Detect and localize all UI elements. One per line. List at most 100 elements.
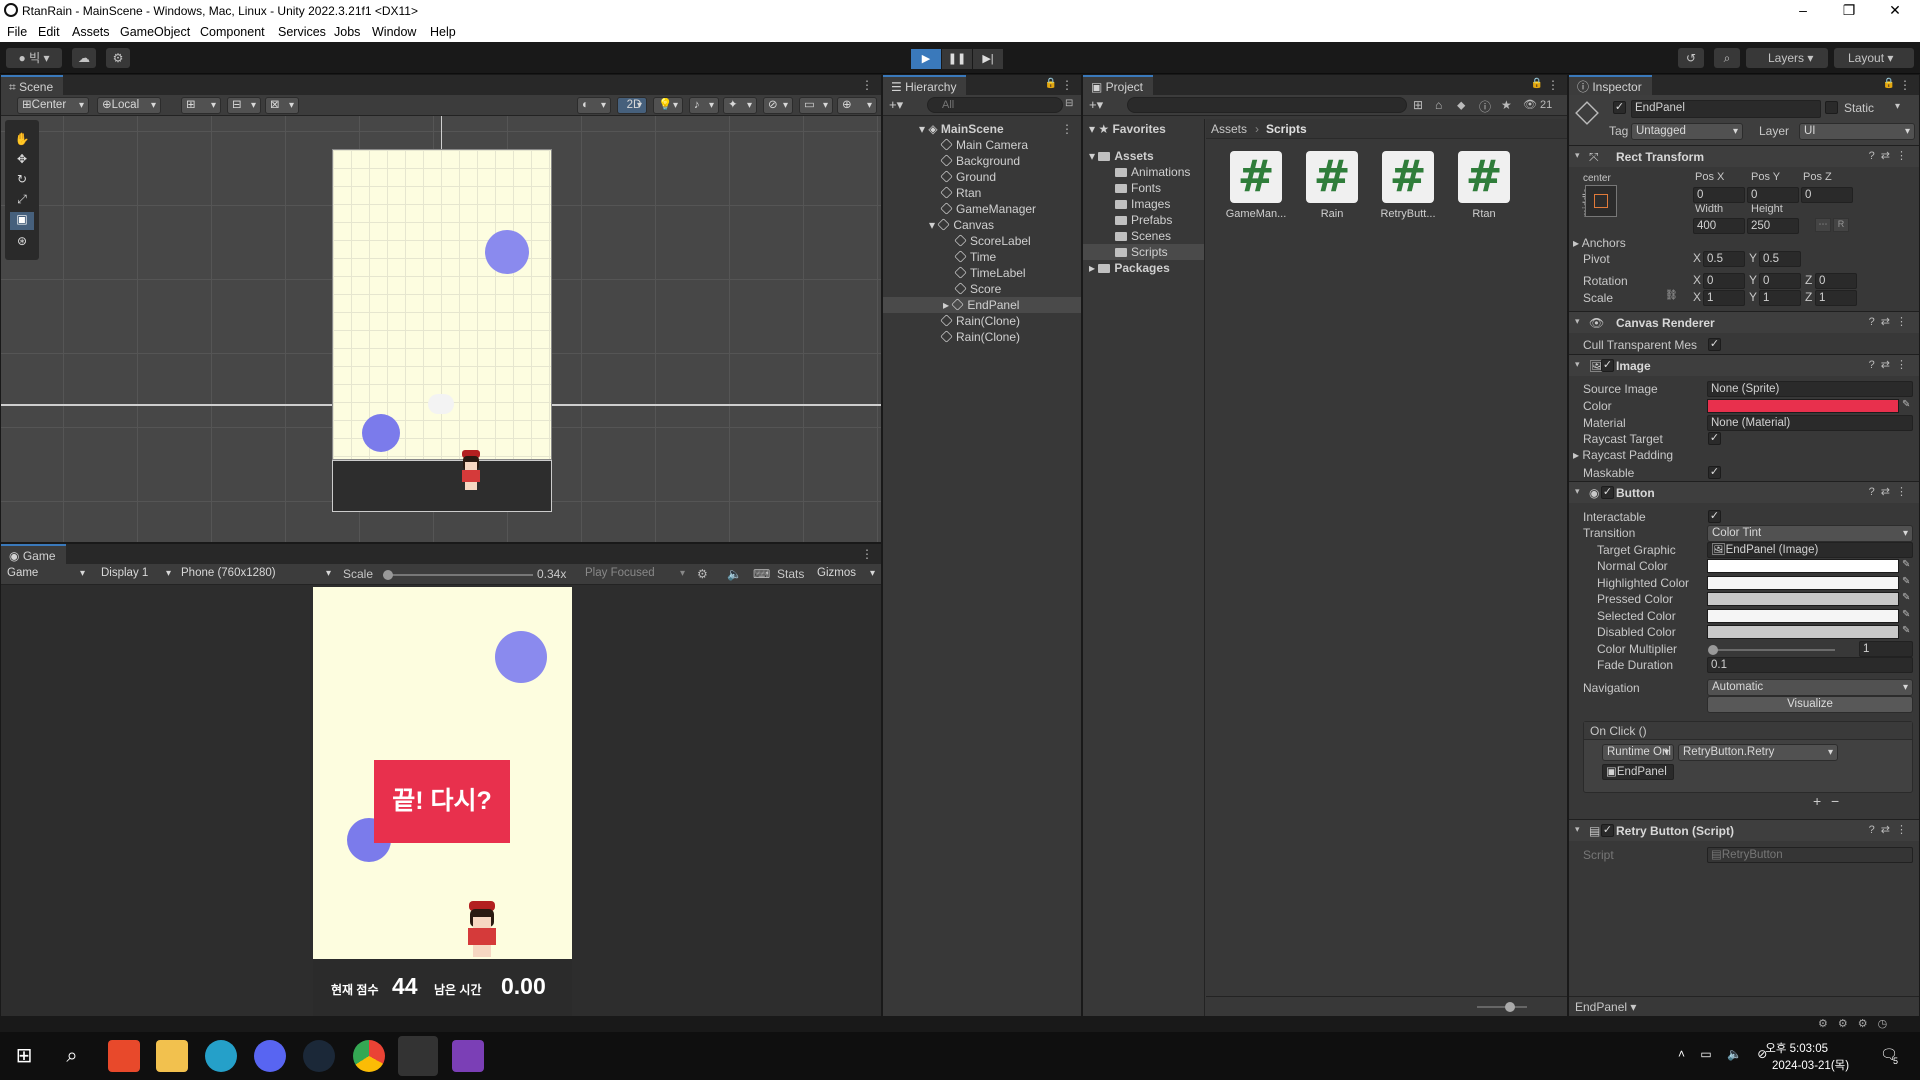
display-dropdown[interactable]: Display 1 [97, 566, 175, 583]
folder-images[interactable]: Images [1115, 196, 1170, 212]
hierarchy-search-input[interactable] [927, 97, 1063, 113]
component-tools-icons[interactable]: ?⇄⋮ [1869, 149, 1913, 162]
component-tools-icons[interactable]: ?⇄⋮ [1869, 823, 1913, 836]
bird-app-icon[interactable] [205, 1040, 237, 1072]
cull-transparent-checkbox[interactable]: ✓ [1708, 338, 1721, 351]
posx-field[interactable]: 0 [1693, 187, 1745, 203]
constrain-proportions-icon[interactable]: ⛓ [1665, 290, 1678, 301]
scene-rain-drop[interactable] [362, 414, 400, 452]
pivot-dropdown[interactable]: ⊞Center [17, 97, 89, 114]
highlighted-color-swatch[interactable] [1707, 576, 1899, 590]
menu-jobs[interactable]: Jobs [334, 25, 360, 39]
interactable-checkbox[interactable]: ✓ [1708, 510, 1721, 523]
selected-color-swatch[interactable] [1707, 609, 1899, 623]
hierarchy-item[interactable]: ScoreLabel [883, 233, 1081, 249]
eyedropper-icon[interactable]: ✎ [1902, 576, 1914, 588]
component-tools-icons[interactable]: ?⇄⋮ [1869, 358, 1913, 371]
hierarchy-item[interactable]: Main Camera [883, 137, 1081, 153]
project-menu-icon[interactable]: ⋮ [1547, 78, 1559, 92]
anchor-presets-button[interactable] [1585, 185, 1617, 217]
navigation-dropdown[interactable]: Automatic [1707, 679, 1913, 696]
folder-scripts[interactable]: Scripts [1083, 244, 1204, 260]
snap-dropdown[interactable]: ⊞ [181, 97, 221, 114]
color-multiplier-field[interactable]: 1 [1859, 641, 1913, 657]
tag-dropdown[interactable]: Untagged [1631, 123, 1743, 140]
maximize-button[interactable]: ❐ [1826, 0, 1872, 22]
component-tools-icons[interactable]: ?⇄⋮ [1869, 485, 1913, 498]
hierarchy-item[interactable]: ▸ EndPanel [883, 297, 1081, 313]
grid-dropdown[interactable]: ⊟ [227, 97, 261, 114]
canvas-renderer-header[interactable]: ▾ 👁 Canvas Renderer ?⇄⋮ [1569, 311, 1919, 333]
scene-root-item[interactable]: ▾ ◈ MainScene [919, 121, 1004, 137]
end-panel-retry-button[interactable]: 끝! 다시? [374, 760, 510, 843]
height-field[interactable]: 250 [1747, 218, 1799, 234]
gizmos-dropdown[interactable]: Gizmos [813, 566, 879, 583]
stats-button[interactable]: Stats [777, 567, 804, 581]
visibility-icon[interactable]: ⊘ [763, 97, 793, 114]
rect-tool-icon[interactable]: ▣ [10, 212, 34, 230]
mute-icon[interactable]: 🔈 [727, 567, 742, 581]
image-color-swatch[interactable] [1707, 399, 1899, 413]
hand-tool-icon[interactable]: ✋ [12, 132, 32, 148]
anchors-foldout[interactable]: ▸ Anchors [1573, 235, 1626, 251]
tab-scene[interactable]: ⌗ Scene [1, 75, 64, 95]
pivot-x-field[interactable]: 0.5 [1703, 251, 1745, 267]
display-type-dropdown[interactable]: Game [3, 566, 89, 583]
tab-hierarchy[interactable]: ☰ Hierarchy [883, 75, 967, 95]
lock-icon[interactable]: 🔒 [1531, 78, 1543, 89]
remove-event-button[interactable]: − [1831, 793, 1839, 809]
breadcrumb-scripts[interactable]: Scripts [1266, 122, 1307, 136]
script-asset-retrybutton[interactable]: # RetryButt... [1370, 151, 1446, 220]
scale-tool-icon[interactable]: ⤢ [12, 192, 32, 208]
resolution-dropdown[interactable]: Phone (760x1280) [177, 566, 335, 583]
script-asset-rain[interactable]: # Rain [1294, 151, 1370, 220]
hierarchy-menu-icon[interactable]: ⋮ [1061, 78, 1073, 92]
step-button[interactable]: ▶| [973, 49, 1003, 69]
icon-size-slider-thumb[interactable] [1505, 1002, 1515, 1012]
visualize-button[interactable]: Visualize [1707, 696, 1913, 713]
assets-root-item[interactable]: ▾ Assets [1089, 148, 1154, 164]
packages-item[interactable]: ▸ Packages [1089, 260, 1170, 276]
move-tool-icon[interactable]: ✥ [12, 152, 32, 168]
eyedropper-icon[interactable]: ✎ [1902, 559, 1914, 571]
project-search-input[interactable] [1127, 97, 1407, 113]
pressed-color-swatch[interactable] [1707, 592, 1899, 606]
search-by-type-icon[interactable]: ⊞ [1413, 98, 1423, 112]
raycast-target-checkbox[interactable]: ✓ [1708, 432, 1721, 445]
favorites-item[interactable]: ▾ ★ Favorites [1089, 121, 1166, 137]
lock-icon[interactable]: 🔒 [1045, 78, 1057, 89]
discord-icon[interactable] [254, 1040, 286, 1072]
effects-icon[interactable]: ✦ [723, 97, 757, 114]
info-icon[interactable]: ⓘ [1479, 98, 1491, 115]
add-icon[interactable]: +▾ [1089, 97, 1103, 113]
icon-size-slider[interactable] [1477, 1002, 1527, 1012]
static-dropdown-icon[interactable]: ▾ [1895, 101, 1900, 112]
add-icon[interactable]: +▾ [889, 97, 903, 113]
folder-scenes[interactable]: Scenes [1115, 228, 1171, 244]
status-icons[interactable]: ⚙⚙⚙◷ [1818, 1017, 1897, 1030]
windows-start-icon[interactable]: ⊞ [8, 1040, 40, 1072]
eyedropper-icon[interactable]: ✎ [1902, 399, 1914, 411]
clock-date[interactable]: 2024-03-21(목) [1772, 1057, 1849, 1073]
tag-icon[interactable]: ⬥ [1457, 98, 1465, 113]
source-image-field[interactable]: None (Sprite) [1707, 381, 1913, 397]
folder-animations[interactable]: Animations [1115, 164, 1190, 180]
rot-y-field[interactable]: 0 [1759, 273, 1801, 289]
gizmos-icon[interactable]: ⊕ [837, 97, 877, 114]
component-tools-icons[interactable]: ?⇄⋮ [1869, 315, 1913, 328]
script-enabled-checkbox[interactable]: ✓ [1601, 824, 1614, 837]
button-component-header[interactable]: ▾ ◉ ✓ Button ?⇄⋮ [1569, 481, 1919, 503]
layout-dropdown[interactable]: Layout ▾ [1834, 48, 1914, 68]
search-by-label-icon[interactable]: ⌂ [1435, 98, 1442, 112]
active-checkbox[interactable]: ✓ [1613, 101, 1626, 114]
tab-game[interactable]: ◉ Game [1, 544, 66, 564]
folder-fonts[interactable]: Fonts [1115, 180, 1161, 196]
menu-file[interactable]: File [7, 25, 27, 39]
scale-slider-thumb[interactable] [383, 570, 393, 580]
maskable-checkbox[interactable]: ✓ [1708, 466, 1721, 479]
target-graphic-field[interactable]: 🖼EndPanel (Image) [1707, 542, 1913, 558]
play-button[interactable]: ▶ [911, 49, 941, 69]
color-multiplier-slider-thumb[interactable] [1708, 645, 1718, 655]
clock-time[interactable]: 오후 5:03:05 [1748, 1040, 1828, 1056]
eyedropper-icon[interactable]: ✎ [1902, 625, 1914, 637]
